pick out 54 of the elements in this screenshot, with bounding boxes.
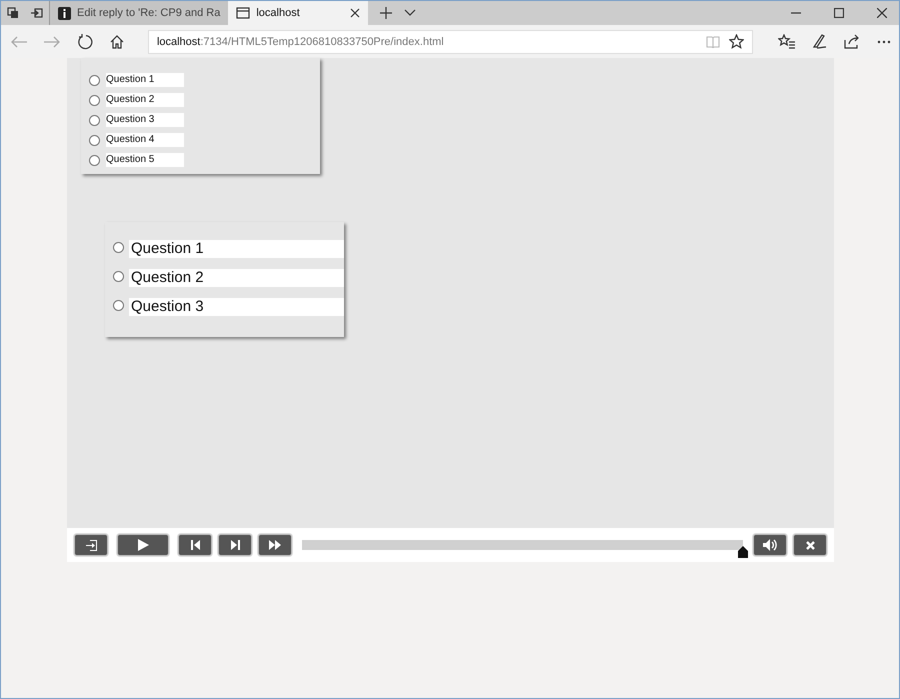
tab-title: Edit reply to 'Re: CP9 and Ra: [77, 7, 220, 19]
play-button[interactable]: [117, 534, 169, 556]
tab-title: localhost: [256, 7, 300, 19]
chevron-down-icon[interactable]: [404, 9, 416, 17]
fast-forward-icon: [269, 540, 281, 550]
set-aside-icon[interactable]: [31, 7, 43, 19]
question-label[interactable]: Question 4: [106, 133, 184, 147]
browser-tab[interactable]: Edit reply to 'Re: CP9 and Ra: [49, 1, 228, 25]
skip-back-icon: [190, 540, 200, 550]
play-icon: [137, 539, 149, 551]
radio-button[interactable]: [89, 74, 100, 86]
maximize-icon[interactable]: [834, 8, 844, 18]
progress-thumb[interactable]: [738, 546, 748, 558]
volume-button[interactable]: [753, 534, 787, 556]
radio-button[interactable]: [113, 242, 124, 253]
close-icon[interactable]: [350, 8, 360, 18]
exit-button[interactable]: [74, 534, 108, 556]
radio-button[interactable]: [89, 94, 100, 106]
question-label[interactable]: Question 3: [129, 298, 344, 316]
home-icon[interactable]: [110, 34, 124, 48]
question-label[interactable]: Question 1: [129, 240, 344, 258]
radio-button[interactable]: [89, 134, 100, 146]
more-icon[interactable]: [877, 40, 892, 44]
question-label[interactable]: Question 2: [106, 93, 184, 107]
page-icon: [236, 7, 250, 19]
pen-icon[interactable]: [812, 34, 828, 49]
star-icon[interactable]: [729, 34, 744, 49]
next-button[interactable]: [218, 534, 252, 556]
question-label[interactable]: Question 3: [106, 113, 184, 127]
favorites-list-icon[interactable]: [778, 34, 796, 49]
progress-track[interactable]: [302, 540, 743, 550]
fast-forward-button[interactable]: [258, 534, 292, 556]
radio-button[interactable]: [113, 300, 124, 311]
radio-button[interactable]: [89, 114, 100, 126]
question-label[interactable]: Question 5: [106, 153, 184, 167]
question-label[interactable]: Question 2: [129, 269, 344, 287]
refresh-icon[interactable]: [76, 34, 93, 50]
radio-button[interactable]: [89, 154, 100, 166]
radio-button[interactable]: [113, 271, 124, 282]
address-bar[interactable]: localhost:7134/HTML5Temp1206810833750Pre/index.html: [148, 30, 754, 54]
question-label[interactable]: Question 1: [106, 73, 184, 87]
speaker-icon: [763, 539, 777, 551]
info-icon: [58, 6, 71, 20]
url-text: localhost:7134/HTML5Temp1206810833750Pre/index.html: [156, 36, 444, 48]
share-icon[interactable]: [844, 34, 860, 49]
previous-button[interactable]: [178, 534, 212, 556]
tabs-aside-icon: [7, 7, 19, 19]
browser-tab[interactable]: localhost: [228, 1, 368, 25]
exit-icon: [86, 540, 96, 550]
close-icon[interactable]: [877, 8, 887, 18]
new-tab-icon[interactable]: [380, 7, 392, 19]
close-icon: [806, 540, 814, 550]
skip-forward-icon: [230, 540, 240, 550]
close-button[interactable]: [793, 534, 827, 556]
